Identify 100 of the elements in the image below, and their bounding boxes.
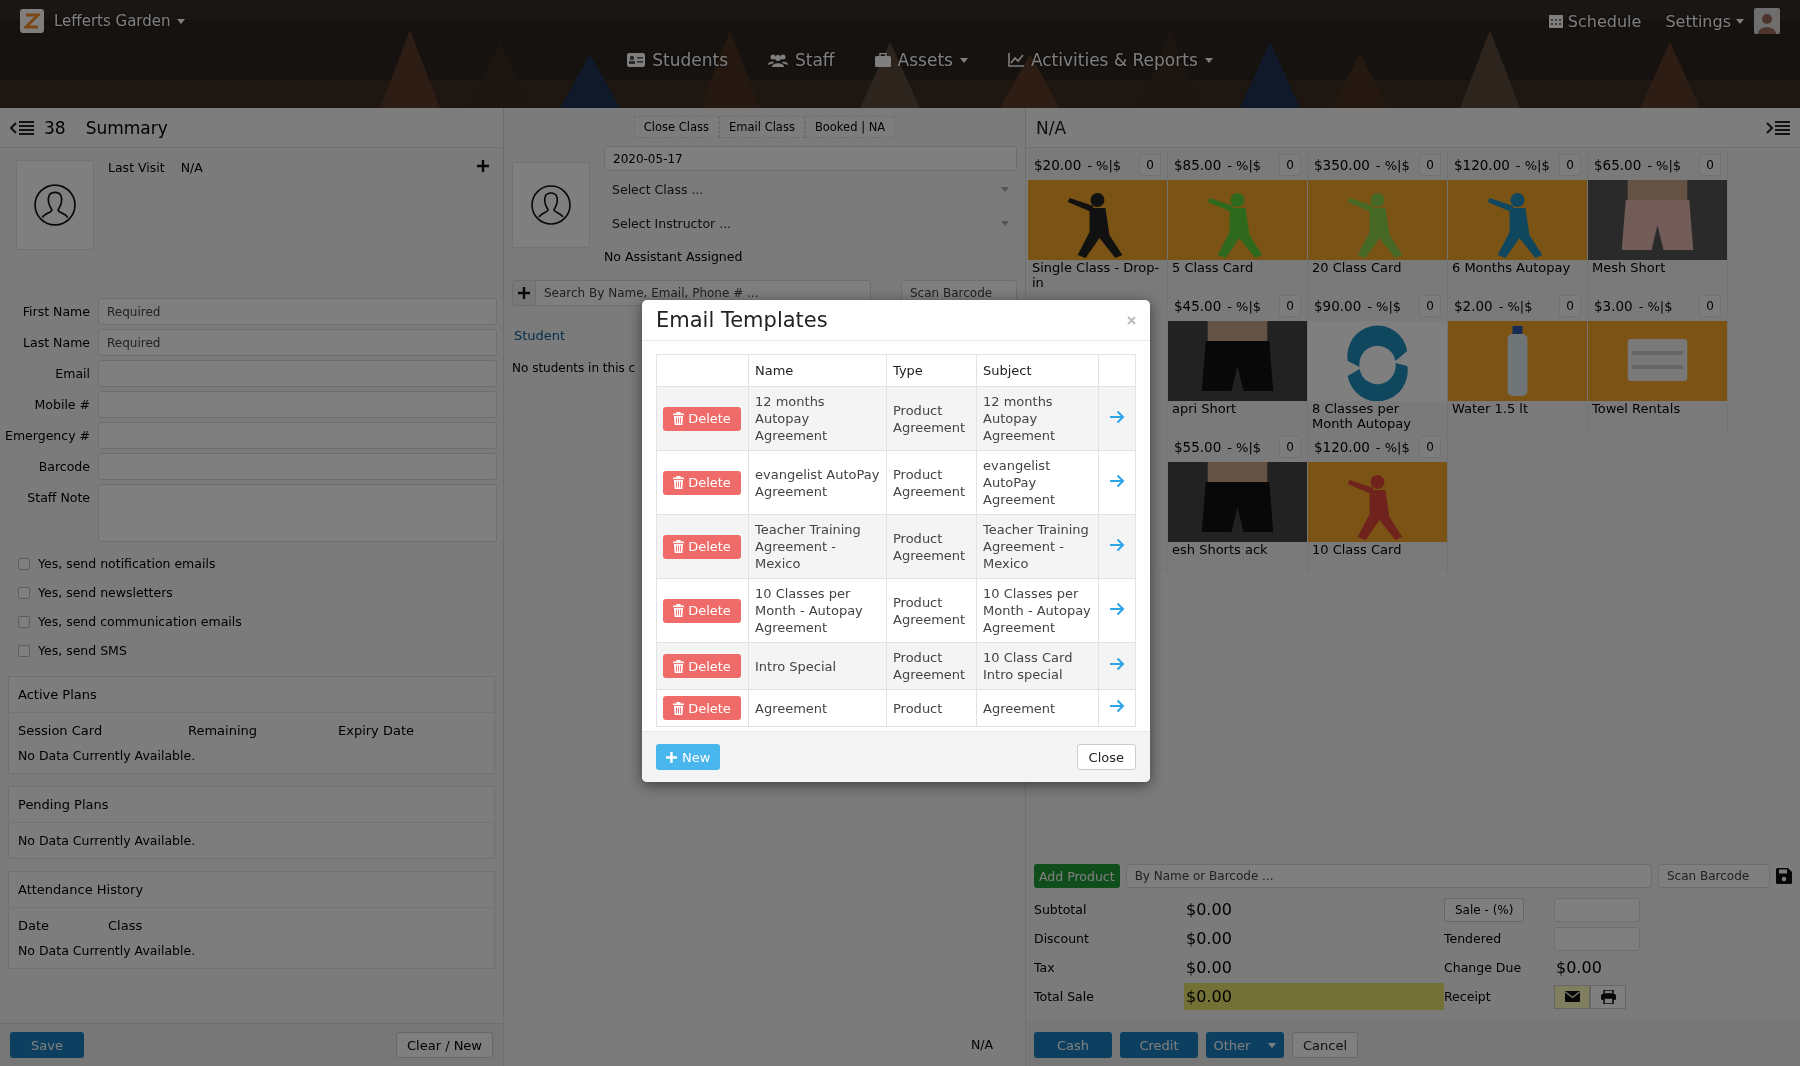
quantity-field[interactable]: 0: [1139, 154, 1161, 176]
quantity-field[interactable]: 0: [1559, 295, 1581, 317]
discount-label[interactable]: - %|$: [1515, 157, 1550, 173]
quantity-field[interactable]: 0: [1699, 154, 1721, 176]
payment-button[interactable]: Other: [1206, 1032, 1284, 1058]
class-action-button[interactable]: Booked | NA: [804, 116, 896, 138]
input-field[interactable]: Required: [98, 298, 497, 325]
checkbox-label: Yes, send SMS: [38, 643, 127, 658]
product-tile[interactable]: $120.00 - %|$ 0 10 Class Card: [1308, 432, 1448, 573]
class-action-button[interactable]: Email Class: [719, 116, 805, 138]
logo-icon[interactable]: [20, 9, 44, 33]
input-field[interactable]: Required: [98, 329, 497, 356]
product-price: $65.00: [1594, 157, 1642, 173]
column-header: Type: [893, 363, 923, 378]
product-tile[interactable]: $3.00 - %|$ 0 Towel Rentals: [1588, 291, 1728, 432]
nav-link[interactable]: Assets: [874, 50, 968, 70]
product-name: 5 Class Card: [1171, 260, 1255, 277]
discount-label[interactable]: - %|$: [1498, 298, 1533, 314]
delete-button[interactable]: Delete: [663, 654, 741, 678]
product-tile[interactable]: $90.00 - %|$ 0 8 Classes per Month Autopay: [1308, 291, 1448, 432]
quantity-field[interactable]: 0: [1419, 295, 1441, 317]
nav-link[interactable]: Activities & Reports: [1007, 50, 1213, 70]
quantity-field[interactable]: 0: [1699, 295, 1721, 317]
discount-label[interactable]: - %|$: [1647, 157, 1682, 173]
profile-photo[interactable]: [16, 160, 94, 250]
payment-button[interactable]: Cash: [1034, 1032, 1112, 1058]
table-cell: 12 months Autopay Agreement: [755, 394, 828, 443]
delete-button[interactable]: Delete: [663, 534, 741, 559]
nav-link[interactable]: Students: [627, 50, 728, 70]
product-tile[interactable]: $20.00 - %|$ 0 Single Class - Drop-in: [1028, 150, 1168, 291]
checkbox[interactable]: [18, 586, 30, 599]
product-tile[interactable]: $85.00 - %|$ 0 5 Class Card: [1168, 150, 1308, 291]
product-tile[interactable]: $2.00 - %|$ 0 Water 1.5 lt: [1448, 291, 1588, 432]
arrow-right-icon[interactable]: [1109, 409, 1125, 424]
delete-button[interactable]: Delete: [663, 598, 741, 623]
arrow-right-icon[interactable]: [1109, 473, 1125, 488]
payment-button[interactable]: Credit: [1120, 1032, 1198, 1058]
discount-label[interactable]: - %|$: [1227, 439, 1262, 455]
discount-label[interactable]: - %|$: [1367, 298, 1402, 314]
product-tile[interactable]: $120.00 - %|$ 0 6 Months Autopay: [1448, 150, 1588, 291]
settings-menu[interactable]: Settings: [1665, 11, 1744, 31]
quantity-field[interactable]: 0: [1279, 295, 1301, 317]
product-tile[interactable]: $55.00 - %|$ 0 esh Shorts ack: [1168, 432, 1308, 573]
checkbox[interactable]: [18, 615, 30, 628]
add-student-button[interactable]: [512, 280, 536, 306]
delete-button[interactable]: Delete: [663, 470, 741, 495]
discount-label[interactable]: - %|$: [1087, 157, 1122, 173]
schedule-link[interactable]: Schedule: [1548, 11, 1642, 31]
quantity-field[interactable]: 0: [1279, 436, 1301, 458]
arrow-right-icon[interactable]: [1109, 537, 1125, 552]
discount-label[interactable]: - %|$: [1375, 157, 1410, 173]
print-receipt-button[interactable]: [1590, 984, 1626, 1009]
caret-icon: [176, 18, 185, 24]
location-dropdown[interactable]: Lefferts Garden: [54, 12, 185, 30]
product-tile[interactable]: $45.00 - %|$ 0 apri Short: [1168, 291, 1308, 432]
discount-label[interactable]: - %|$: [1227, 298, 1262, 314]
envelope-icon: [1564, 991, 1580, 1002]
column-header: Expiry Date: [338, 723, 415, 738]
discount-label[interactable]: - %|$: [1227, 157, 1262, 173]
arrow-right-icon[interactable]: [1109, 699, 1125, 713]
date-field[interactable]: 2020-05-17: [604, 146, 1017, 171]
product-name: 6 Months Autopay: [1451, 260, 1572, 277]
class-action-button[interactable]: Close Class: [633, 116, 720, 138]
cancel-button[interactable]: Cancel: [1292, 1032, 1359, 1058]
quantity-field[interactable]: 0: [1559, 154, 1581, 176]
checkbox[interactable]: [18, 644, 30, 657]
panel-heading: Pending Plans: [9, 787, 494, 823]
save-button[interactable]: Save: [10, 1032, 84, 1058]
select-dropdown[interactable]: Select Class ...: [604, 175, 1017, 205]
quantity-field[interactable]: 0: [1419, 436, 1441, 458]
product-tile[interactable]: $350.00 - %|$ 0 20 Class Card: [1308, 150, 1448, 291]
quantity-field[interactable]: 0: [1419, 154, 1441, 176]
discount-label[interactable]: - %|$: [1638, 298, 1673, 314]
select-dropdown[interactable]: Select Instructor ...: [604, 209, 1017, 239]
sale-discount-button[interactable]: Sale - (%): [1444, 897, 1525, 922]
add-product-button[interactable]: Add Product: [1034, 864, 1120, 888]
product-name: 10 Class Card: [1311, 542, 1403, 559]
arrow-right-icon[interactable]: [1109, 657, 1125, 671]
quantity-field[interactable]: 0: [1279, 154, 1301, 176]
product-search-field[interactable]: By Name or Barcode ...: [1125, 864, 1652, 888]
delete-button[interactable]: Delete: [663, 696, 741, 720]
barcode-field[interactable]: Scan Barcode: [1658, 864, 1770, 888]
product-tile[interactable]: $65.00 - %|$ 0 Mesh Short: [1588, 150, 1728, 291]
checkbox-label: Yes, send newsletters: [38, 585, 173, 600]
field-label: First Name: [21, 303, 90, 319]
clear-button[interactable]: Clear / New: [396, 1032, 493, 1058]
nav-link[interactable]: Staff: [768, 50, 835, 70]
avatar-icon[interactable]: [1754, 8, 1780, 34]
delete-button[interactable]: Delete: [663, 406, 741, 431]
product-price: $20.00: [1034, 157, 1082, 173]
close-button[interactable]: Close: [1076, 744, 1136, 770]
menu-icon[interactable]: [10, 119, 34, 136]
plus-icon[interactable]: [477, 160, 489, 172]
discount-label[interactable]: - %|$: [1375, 439, 1410, 455]
menu-icon[interactable]: [1766, 119, 1790, 136]
arrow-right-icon[interactable]: [1109, 601, 1125, 616]
profile-photo[interactable]: [512, 162, 590, 248]
email-receipt-button[interactable]: [1554, 984, 1590, 1009]
summary-label: Tendered: [1444, 931, 1503, 946]
checkbox[interactable]: [18, 557, 30, 570]
